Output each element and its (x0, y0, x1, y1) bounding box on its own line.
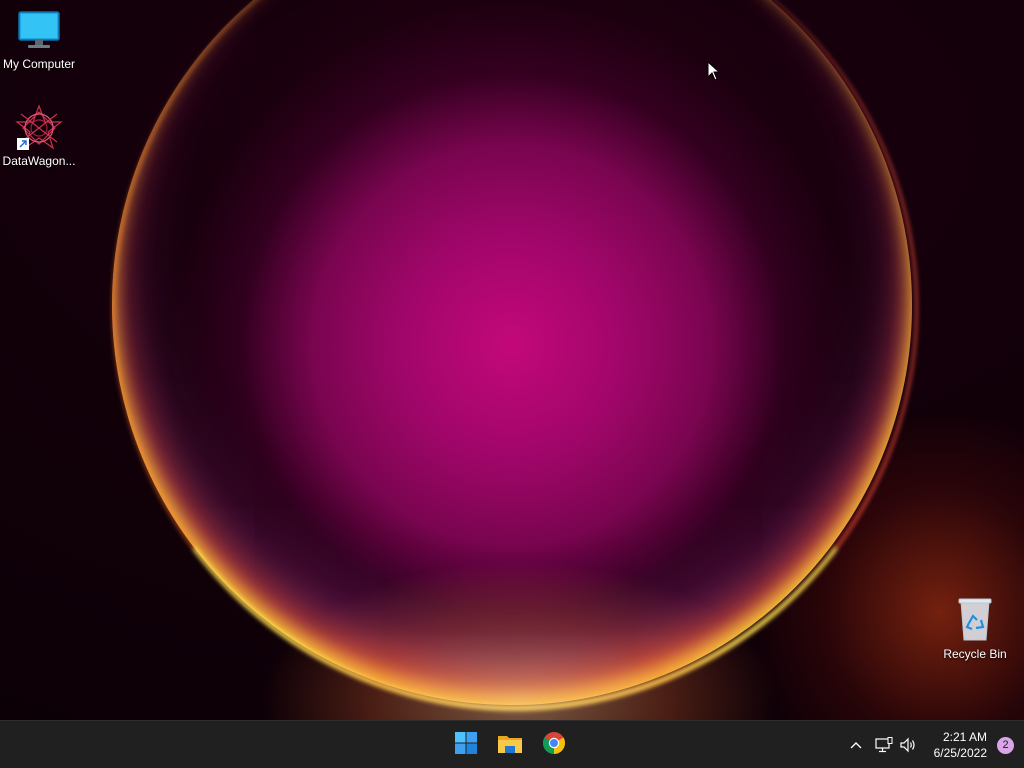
system-tray: 2:21 AM 6/25/2022 2 (844, 721, 1024, 768)
clock-time: 2:21 AM (942, 730, 987, 744)
desktop-icon-label: Recycle Bin (943, 647, 1007, 661)
recycle-bin-icon (935, 596, 1015, 645)
desktop-icon-recycle-bin[interactable]: Recycle Bin (935, 596, 1015, 661)
taskbar: 2:21 AM 6/25/2022 2 (0, 720, 1024, 768)
wallpaper-warm-bottom (260, 560, 780, 720)
desktop-icon-my-computer[interactable]: My Computer (0, 10, 79, 71)
windows-start-icon (454, 731, 478, 760)
monitor-icon (0, 10, 79, 55)
volume-icon[interactable] (896, 733, 920, 757)
desktop-icon-label: DataWagon... (2, 154, 76, 168)
desktop-icon-label: My Computer (2, 57, 76, 71)
mouse-cursor-icon (707, 60, 721, 86)
desktop-icon-datawagon[interactable]: DataWagon... (0, 104, 79, 168)
notification-badge[interactable]: 2 (997, 736, 1014, 754)
folder-icon (497, 732, 523, 759)
desktop-wallpaper (0, 0, 1024, 720)
chevron-up-icon[interactable] (844, 733, 868, 757)
file-explorer-button[interactable] (490, 725, 530, 765)
clock-date: 6/25/2022 (933, 746, 987, 760)
taskbar-pinned-apps (446, 721, 574, 768)
chrome-button[interactable] (534, 725, 574, 765)
chrome-icon (542, 731, 566, 760)
network-icon[interactable] (872, 733, 896, 757)
clock[interactable]: 2:21 AM 6/25/2022 (934, 729, 987, 761)
start-button[interactable] (446, 725, 486, 765)
shortcut-arrow-icon (17, 138, 29, 150)
datawagon-app-icon (15, 104, 63, 152)
